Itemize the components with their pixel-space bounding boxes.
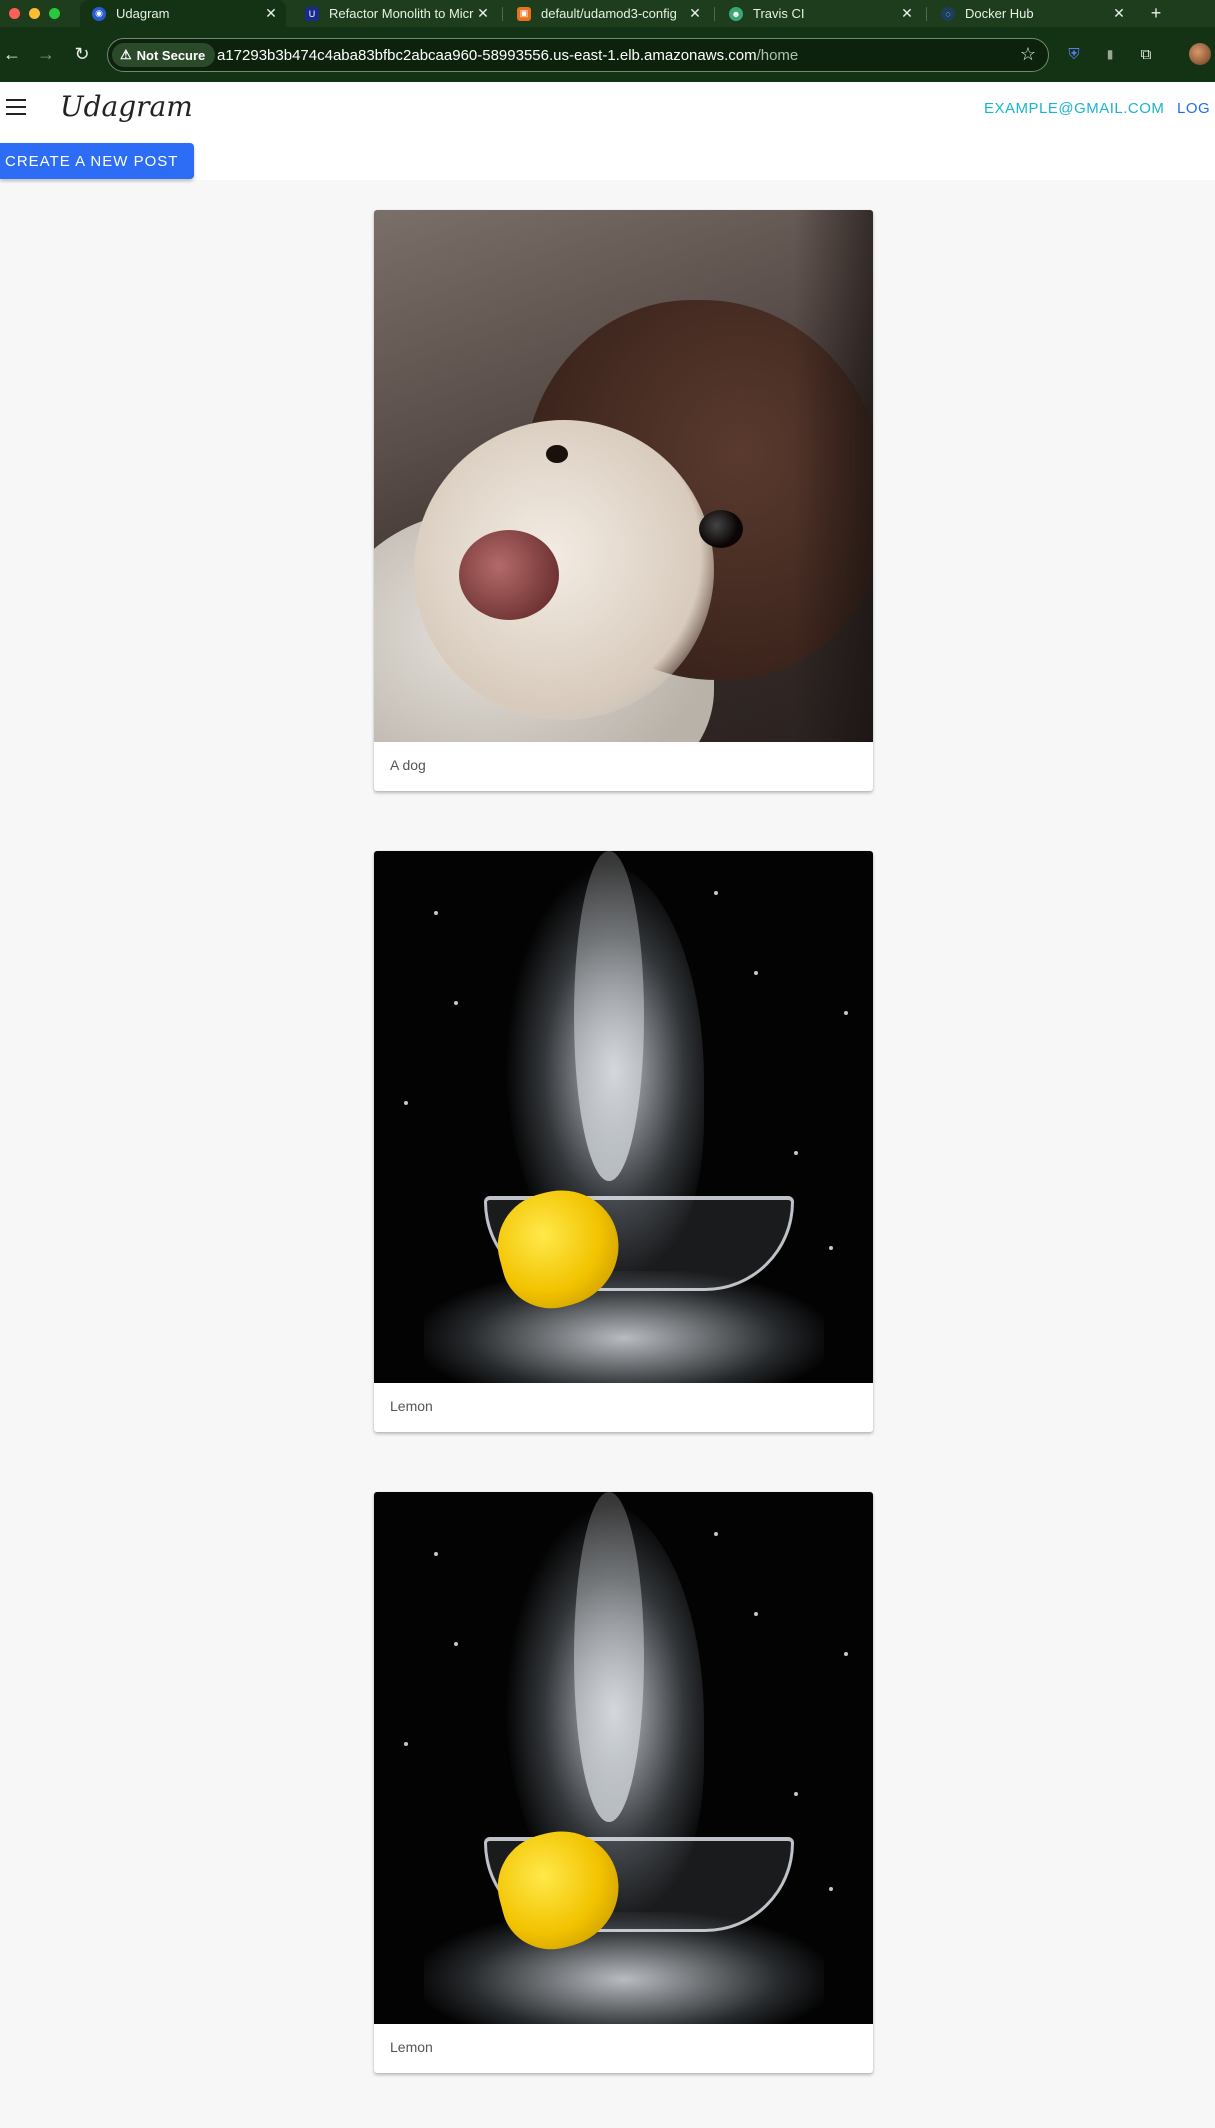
page-content: Udagram EXAMPLE@GMAIL.COM LOG OUT CREATE… <box>0 82 1215 2128</box>
tab-udagram[interactable]: ◉ Udagram ✕ <box>80 0 286 27</box>
user-email-link[interactable]: EXAMPLE@GMAIL.COM <box>984 100 1164 117</box>
browser-tab-bar: ◉ Udagram ✕ U Refactor Monolith to Micr … <box>0 0 1215 27</box>
post-card: Lemon <box>374 1492 873 2073</box>
maximize-window-button[interactable] <box>49 8 60 19</box>
warning-triangle-icon: ⚠ <box>120 47 132 62</box>
bitwarden-extension-icon[interactable]: ⛨ <box>1064 44 1084 64</box>
brand-logo[interactable]: Udagram <box>60 90 193 123</box>
post-caption: Lemon <box>390 1398 433 1414</box>
tab-refactor-monolith[interactable]: U Refactor Monolith to Micr ✕ <box>293 0 498 27</box>
close-tab-icon[interactable]: ✕ <box>1110 5 1128 22</box>
tab-title: default/udamod3-config <box>541 6 677 21</box>
post-image-lemon[interactable] <box>374 1492 873 2024</box>
security-indicator[interactable]: ⚠ Not Secure <box>112 43 216 67</box>
url-text[interactable]: a17293b3b474c4aba83bfbc2abcaa960-5899355… <box>217 47 798 64</box>
browser-toolbar: ← → ↻ ⚠ Not Secure a17293b3b474c4aba83bf… <box>0 27 1215 82</box>
tab-separator <box>502 7 503 21</box>
udagram-favicon-icon: ◉ <box>92 6 106 21</box>
post-image-dog[interactable] <box>374 210 873 742</box>
extensions-puzzle-icon[interactable]: ⧉ <box>1136 44 1156 64</box>
extension-icon[interactable]: ▮ <box>1100 44 1120 64</box>
security-label: Not Secure <box>136 47 206 63</box>
tab-title: Travis CI <box>753 6 805 21</box>
url-host: a17293b3b474c4aba83bfbc2abcaa960-5899355… <box>217 47 757 64</box>
tab-docker-hub[interactable]: ◌ Docker Hub ✕ <box>929 0 1134 27</box>
create-post-bar: CREATE A NEW POST <box>0 136 1215 180</box>
tab-udamod3-config[interactable]: ▣ default/udamod3-config ✕ <box>505 0 710 27</box>
close-tab-icon[interactable]: ✕ <box>898 5 916 22</box>
udacity-favicon-icon: U <box>305 6 319 21</box>
back-arrow-icon[interactable]: ← <box>0 42 24 66</box>
hamburger-menu-icon[interactable] <box>6 99 26 119</box>
profile-avatar[interactable] <box>1189 43 1211 65</box>
tab-travis-ci[interactable]: ☻ Travis CI ✕ <box>717 0 922 27</box>
close-tab-icon[interactable]: ✕ <box>262 5 280 22</box>
bookmark-star-icon[interactable]: ☆ <box>1020 44 1036 65</box>
docker-favicon-icon: ◌ <box>941 6 955 21</box>
post-card: A dog <box>374 210 873 791</box>
logout-link[interactable]: LOG OUT <box>1177 100 1215 117</box>
close-window-button[interactable] <box>9 8 20 19</box>
tab-separator <box>714 7 715 21</box>
tab-separator <box>926 7 927 21</box>
aws-favicon-icon: ▣ <box>517 6 531 21</box>
post-image-lemon[interactable] <box>374 851 873 1383</box>
travis-favicon-icon: ☻ <box>729 6 743 21</box>
close-tab-icon[interactable]: ✕ <box>474 5 492 22</box>
minimize-window-button[interactable] <box>29 8 40 19</box>
address-bar[interactable]: ⚠ Not Secure a17293b3b474c4aba83bfbc2abc… <box>107 38 1049 72</box>
create-post-button[interactable]: CREATE A NEW POST <box>0 143 195 179</box>
new-tab-button[interactable]: + <box>1146 0 1166 27</box>
reload-icon[interactable]: ↻ <box>70 42 94 66</box>
post-caption: Lemon <box>390 2039 433 2055</box>
close-tab-icon[interactable]: ✕ <box>686 5 704 22</box>
post-caption: A dog <box>390 757 426 773</box>
tab-title: Docker Hub <box>965 6 1034 21</box>
forward-arrow-icon[interactable]: → <box>34 42 58 66</box>
post-card: Lemon <box>374 851 873 1432</box>
tab-title: Refactor Monolith to Micr <box>329 6 474 21</box>
tab-title: Udagram <box>116 6 170 21</box>
url-path: /home <box>756 47 799 64</box>
app-header: Udagram EXAMPLE@GMAIL.COM LOG OUT <box>0 82 1215 136</box>
